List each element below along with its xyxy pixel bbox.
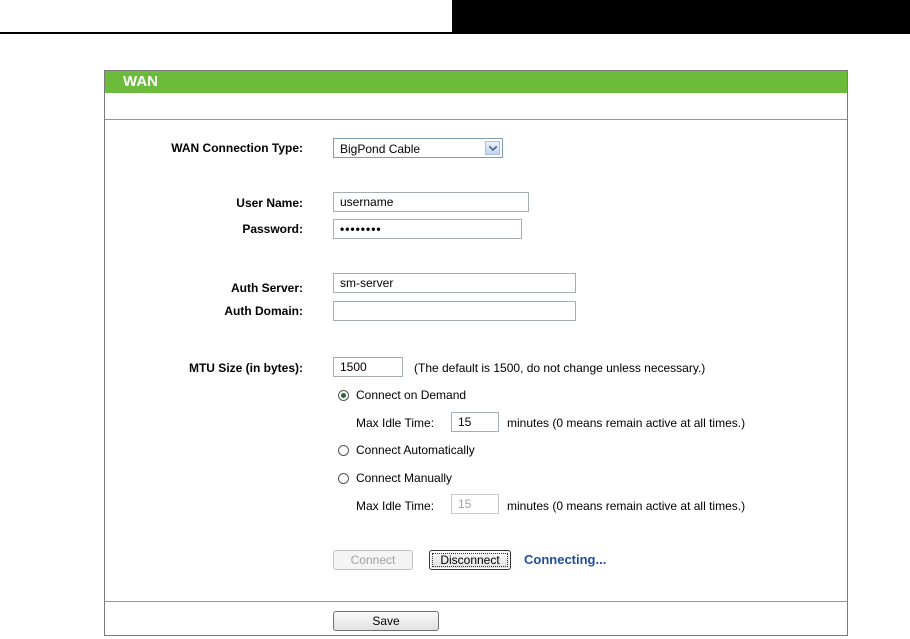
panel-header: WAN (105, 71, 847, 93)
connection-status: Connecting... (524, 552, 607, 567)
user-name-label: User Name: (236, 196, 303, 210)
mtu-label: MTU Size (in bytes): (188, 361, 303, 375)
chevron-down-icon[interactable] (485, 141, 500, 155)
connect-automatically-radio[interactable] (338, 445, 349, 456)
user-name-input[interactable]: username (333, 192, 529, 212)
disconnect-button[interactable]: Disconnect (429, 550, 511, 570)
connect-on-demand-label: Connect on Demand (356, 388, 467, 402)
connect-automatically-label: Connect Automatically (356, 443, 475, 457)
wan-type-label: WAN Connection Type: (171, 141, 303, 155)
idle-time-label-1: Max Idle Time: (356, 416, 435, 430)
idle-time-label-2: Max Idle Time: (356, 499, 435, 513)
idle-time-note-2: minutes (0 means remain active at all ti… (507, 499, 746, 513)
idle-time-note-1: minutes (0 means remain active at all ti… (507, 416, 746, 430)
top-rule (0, 32, 452, 34)
auth-domain-label: Auth Domain: (224, 304, 303, 318)
wan-type-select[interactable]: BigPond Cable (333, 138, 503, 158)
top-black-bar (452, 0, 910, 34)
header-divider (105, 119, 847, 120)
connect-manually-radio[interactable] (338, 473, 349, 484)
mtu-note: (The default is 1500, do not change unle… (414, 361, 706, 375)
idle-time-input-1[interactable]: 15 (451, 412, 499, 432)
connect-button[interactable]: Connect (333, 550, 413, 570)
save-button[interactable]: Save (333, 611, 439, 631)
password-input[interactable]: •••••••• (333, 219, 522, 239)
idle-time-input-2[interactable]: 15 (451, 494, 499, 514)
connect-manually-label: Connect Manually (356, 471, 453, 485)
mtu-input[interactable]: 1500 (333, 357, 403, 377)
wan-type-value: BigPond Cable (340, 142, 421, 156)
password-label: Password: (242, 222, 303, 236)
footer-divider (105, 601, 847, 602)
auth-server-input[interactable]: sm-server (333, 273, 576, 293)
connect-on-demand-radio[interactable] (338, 390, 349, 401)
auth-server-label: Auth Server: (230, 281, 303, 295)
auth-domain-input[interactable] (333, 301, 576, 321)
panel-title: WAN (123, 73, 158, 90)
wan-panel: WAN WAN Connection Type: BigPond Cable U… (104, 70, 848, 636)
